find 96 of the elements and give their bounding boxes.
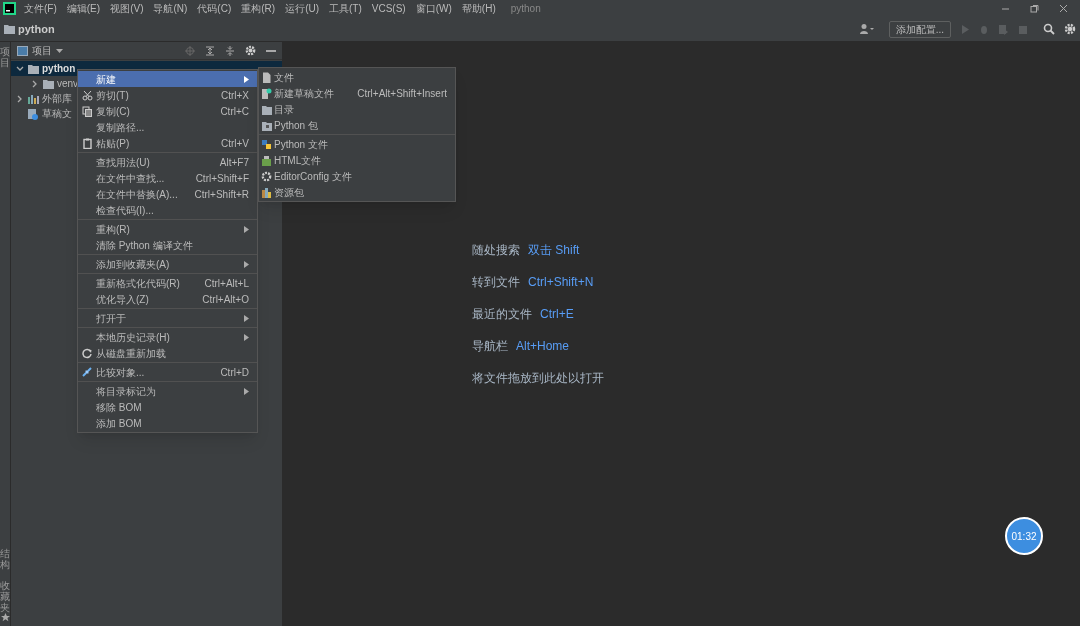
menu-item[interactable]: 比较对象... Ctrl+D (78, 364, 257, 380)
locate-icon (185, 45, 195, 56)
package-icon (261, 119, 272, 131)
debug-icon (979, 23, 989, 35)
tree-item[interactable]: python (42, 61, 76, 76)
menu-item[interactable]: 导航(N) (148, 1, 193, 16)
menu-item[interactable]: 新建草稿文件 Ctrl+Alt+Shift+Insert (259, 85, 455, 101)
menu-item[interactable]: 文件 (259, 69, 455, 85)
expand-all-icon (205, 45, 215, 56)
folder-icon (27, 62, 39, 75)
menu-item[interactable]: 资源包 (259, 184, 455, 200)
config-button[interactable]: 添加配置... (888, 20, 951, 38)
hint-shortcut: Alt+Home (516, 338, 570, 355)
menu-item[interactable]: 在文件中替换(A)... Ctrl+Shift+R (78, 186, 257, 202)
settings-icon (245, 45, 256, 56)
menu-item[interactable]: 打开于 (78, 310, 257, 326)
menu-item[interactable]: 移除 BOM (78, 399, 257, 415)
html-file-icon (261, 154, 272, 166)
menu-item[interactable]: 重新格式化代码(R) Ctrl+Alt+L (78, 275, 257, 291)
tree-item[interactable]: 草稿文 (42, 106, 72, 121)
menu-item[interactable]: 将目录标记为 (78, 383, 257, 399)
hint-label: 将文件拖放到此处以打开 (472, 370, 604, 387)
hint-shortcut: 双击 Shift (528, 242, 580, 259)
menu-item[interactable]: 从磁盘重新加载 (78, 345, 257, 361)
scissors-icon (81, 89, 93, 101)
compare-icon (81, 366, 93, 378)
menu-item[interactable]: 窗口(W) (410, 1, 457, 16)
window-title: python (510, 2, 541, 16)
hint-shortcut: Ctrl+E (540, 306, 574, 323)
settings-icon (1064, 23, 1076, 35)
tree-item[interactable]: 外部库 (42, 91, 72, 106)
folder-icon (3, 23, 15, 35)
menu-item[interactable]: 本地历史记录(H) (78, 329, 257, 345)
menu-item[interactable]: 清除 Python 编译文件 (78, 237, 257, 253)
python-file-icon (261, 138, 272, 150)
menu-item[interactable]: 帮助(H) (456, 1, 501, 16)
menu-item[interactable]: 新建 (78, 71, 257, 87)
menu-item[interactable]: 视图(V) (105, 1, 149, 16)
menu-item[interactable]: 编辑(E) (61, 1, 106, 16)
paste-icon (81, 137, 93, 149)
side-tab[interactable]: 收藏夹 (0, 580, 10, 613)
library-icon (27, 92, 39, 105)
menu-item[interactable]: 代码(C) (192, 1, 237, 16)
scratch-file-icon (261, 87, 272, 99)
gear-icon (261, 170, 272, 182)
panel-title[interactable]: 项目 (32, 43, 52, 58)
restore-icon (1030, 4, 1039, 13)
menu-item[interactable]: 重构(R) (236, 1, 281, 16)
dropdown-caret-icon (56, 48, 63, 53)
menu-item[interactable]: Python 文件 (259, 136, 455, 152)
folder-icon (261, 103, 272, 115)
search-icon (1043, 23, 1055, 35)
hint-label: 导航栏 (472, 338, 508, 355)
menu-item[interactable]: 添加 BOM (78, 415, 257, 431)
timer-badge: 01:32 (1005, 517, 1043, 555)
collapse-all-icon (225, 45, 235, 56)
file-icon (261, 71, 272, 83)
menu-item[interactable]: 查找用法(U) Alt+F7 (78, 154, 257, 170)
scratch-file-icon (27, 107, 39, 120)
menu-item[interactable]: 运行(U) (280, 1, 325, 16)
user-icon (858, 23, 875, 35)
menu-item[interactable]: 在文件中查找... Ctrl+Shift+F (78, 170, 257, 186)
menu-item[interactable]: Python 包 (259, 117, 455, 133)
tree-item[interactable]: venv (57, 76, 79, 91)
star-icon (0, 613, 10, 622)
copy-icon (81, 105, 93, 117)
menu-item[interactable]: 粘贴(P) Ctrl+V (78, 135, 257, 151)
menu-item[interactable]: 优化导入(Z) Ctrl+Alt+O (78, 291, 257, 307)
menu-item[interactable]: 检查代码(I)... (78, 202, 257, 218)
menu-item[interactable]: 文件(F) (19, 1, 62, 16)
hint-label: 转到文件 (472, 274, 520, 291)
menu-item[interactable]: 重构(R) (78, 221, 257, 237)
close-icon (1059, 4, 1068, 13)
resource-bundle-icon (261, 186, 272, 198)
stop-icon (1018, 23, 1028, 35)
side-tab[interactable]: 项目 (0, 46, 10, 68)
app-logo-icon (3, 2, 16, 15)
menu-item[interactable]: 复制(C) Ctrl+C (78, 103, 257, 119)
hint-shortcut: Ctrl+Shift+N (528, 274, 594, 291)
coverage-icon (998, 23, 1009, 35)
menu-item[interactable]: 复制路径... (78, 119, 257, 135)
menu-item[interactable]: 添加到收藏夹(A) (78, 256, 257, 272)
reload-icon (81, 347, 93, 359)
menu-item[interactable]: 工具(T) (324, 1, 367, 16)
panel-icon (17, 45, 28, 56)
menu-item[interactable]: 目录 (259, 101, 455, 117)
run-icon (960, 23, 970, 35)
hint-label: 随处搜索 (472, 242, 520, 259)
menu-item[interactable]: HTML文件 (259, 152, 455, 168)
breadcrumb-item[interactable]: python (18, 20, 55, 38)
hint-label: 最近的文件 (472, 306, 532, 323)
menu-item[interactable]: EditorConfig 文件 (259, 168, 455, 184)
menu-item[interactable]: 剪切(T) Ctrl+X (78, 87, 257, 103)
folder-icon (42, 77, 54, 90)
side-tab[interactable]: 结构 (0, 548, 10, 570)
menu-item[interactable]: VCS(S) (366, 1, 411, 16)
